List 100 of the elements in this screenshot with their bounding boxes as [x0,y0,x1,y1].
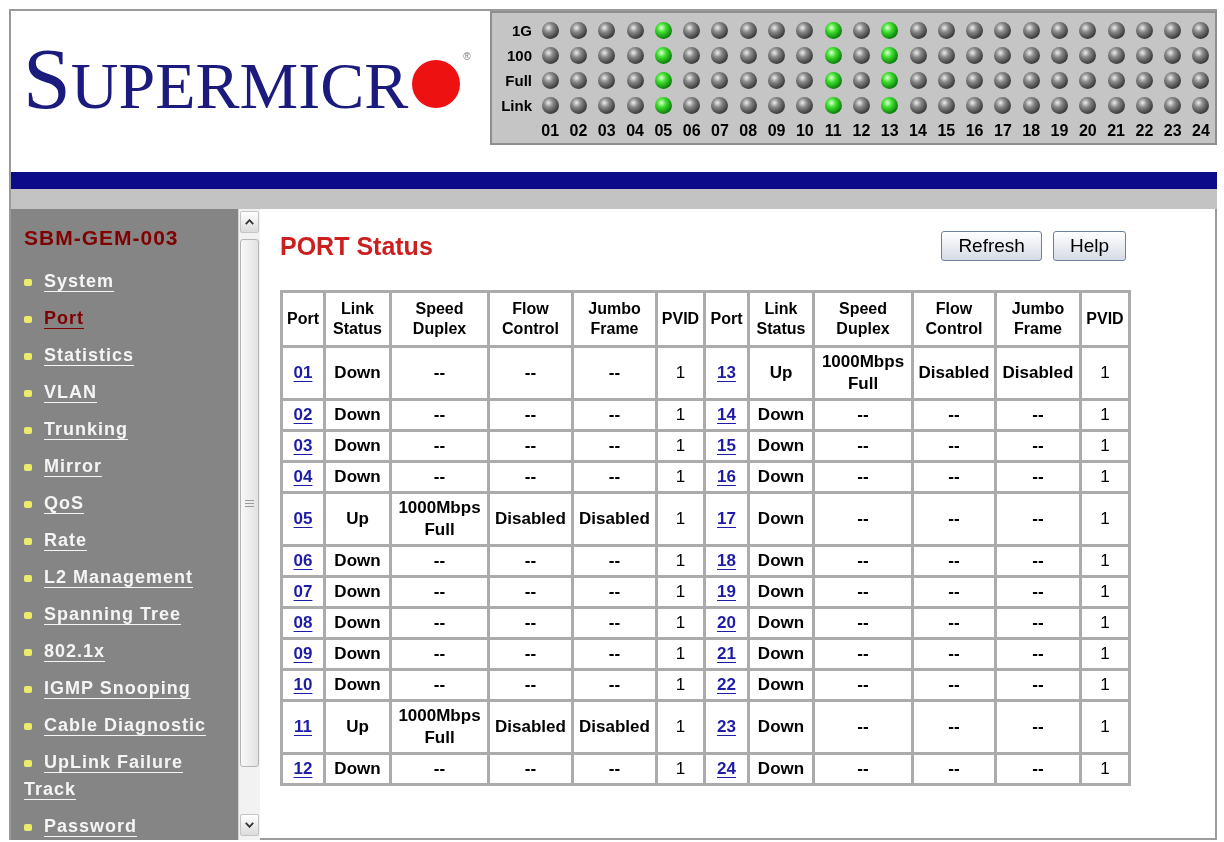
table-cell: 1 [656,461,705,493]
table-cell: 1 [656,545,705,577]
table-cell: 1 [656,638,705,670]
table-link[interactable]: 13 [717,363,736,382]
table-cell: -- [813,753,913,785]
device-name: SBM-GEM-003 [24,225,180,251]
help-button[interactable]: Help [1052,231,1126,261]
table-cell: -- [390,545,489,577]
table-cell: Down [324,430,391,462]
table-cell: -- [390,576,489,608]
table-cell: -- [390,607,489,639]
column-header: Jumbo Frame [572,291,657,347]
table-cell: -- [813,669,913,701]
table-cell: -- [488,399,573,431]
column-header: Jumbo Frame [995,291,1081,347]
port-number: 03 [597,121,616,140]
table-cell: Down [748,399,814,431]
port-number: 01 [541,121,560,140]
port-number: 18 [1022,121,1041,140]
table-cell: Down [324,638,391,670]
table-cell: Down [324,576,391,608]
table-link[interactable]: 05 [293,509,313,528]
port-number: 05 [654,121,673,140]
table-cell: -- [488,753,573,785]
table-cell: -- [995,638,1081,670]
table-link[interactable]: 17 [717,509,736,528]
table-cell: 1 [1080,638,1130,670]
table-cell: 1 [1080,492,1130,546]
column-header: Port [704,291,749,347]
column-header: PVID [1080,291,1130,347]
table-cell: Disabled [488,492,573,546]
table-cell: Down [324,346,391,400]
table-cell: -- [995,399,1081,431]
port-number: 02 [569,121,588,140]
table-cell: Down [748,669,814,701]
table-cell: -- [912,461,996,493]
table-link[interactable]: 23 [717,717,736,736]
table-cell: -- [813,492,913,546]
column-header: Flow Control [912,291,996,347]
bullet-icon [24,722,32,730]
table-cell: Down [324,607,391,639]
table-cell: Down [748,545,814,577]
table-cell: -- [813,399,913,431]
port-number: 15 [937,121,956,140]
table-cell: 1 [1080,399,1130,431]
scroll-down-button[interactable] [240,814,259,836]
port-number: 22 [1135,121,1154,140]
chevron-up-icon [245,219,254,225]
table-link[interactable]: 01 [293,363,313,382]
table-cell: 1 [656,492,705,546]
scrollbar-thumb[interactable] [240,239,259,767]
table-cell: -- [912,607,996,639]
grip-icon [245,499,254,507]
bullet-icon [24,426,32,434]
table-cell: 1 [1080,700,1130,754]
refresh-button[interactable]: Refresh [941,231,1042,261]
table-cell: -- [572,346,657,400]
port-number: 13 [880,121,899,140]
table-link[interactable]: 11 [294,717,312,736]
column-header: Flow Control [488,291,573,347]
registered-mark: ® [463,52,471,62]
table-cell: -- [912,576,996,608]
table-cell: Down [748,461,814,493]
table-cell: -- [995,576,1081,608]
table-cell: -- [995,430,1081,462]
port-number: 09 [767,121,786,140]
table-cell: -- [572,638,657,670]
scroll-up-button[interactable] [240,211,259,233]
table-cell: -- [912,753,996,785]
table-cell: -- [572,669,657,701]
bullet-icon [24,685,32,693]
table-cell: Up [324,700,391,754]
bullet-icon [24,278,32,286]
table-cell: 1 [1080,669,1130,701]
bullet-icon [24,759,32,767]
table-cell: Up [748,346,814,400]
bullet-icon [24,315,32,323]
port-number: 21 [1107,121,1125,140]
table-cell: -- [390,461,489,493]
port-number: 17 [994,121,1012,140]
port-number: 08 [739,121,758,140]
column-header: Speed Duplex [813,291,913,347]
table-cell: -- [572,399,657,431]
page-title: PORT Status [280,231,433,261]
table-cell: -- [912,669,996,701]
table-cell: -- [488,461,573,493]
table-cell: -- [813,700,913,754]
table-cell: 1 [1080,461,1130,493]
table-cell: 1000Mbps Full [813,346,913,400]
table-cell: -- [813,461,913,493]
table-cell: -- [390,638,489,670]
bullet-icon [24,537,32,545]
table-cell: -- [572,607,657,639]
table-cell: Down [324,753,391,785]
bullet-icon [24,463,32,471]
table-cell: 1 [656,700,705,754]
table-cell: -- [572,576,657,608]
table-cell: 1 [1080,576,1130,608]
table-cell: -- [572,753,657,785]
table-cell: 1 [656,576,705,608]
